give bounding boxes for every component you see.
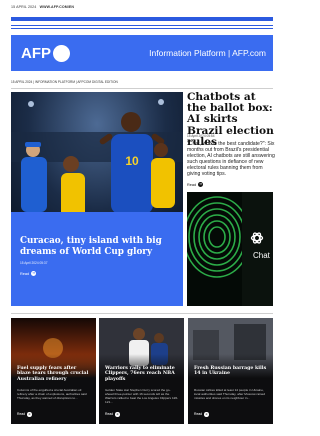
arrow-right-circle-icon: ➜ — [27, 411, 32, 417]
hero-read-link[interactable]: Read ➜ — [20, 271, 174, 276]
card-headline[interactable]: Fresh Russian barrage kills 14 in Ukrain… — [194, 366, 268, 377]
hero-date: 15 April 2024 05:37 — [20, 261, 48, 265]
card-body: Golden State star Stephen Curry scored t… — [105, 388, 179, 404]
top-stripe — [11, 17, 273, 21]
card-body: Russian strikes killed at least 14 peopl… — [194, 388, 266, 400]
story-card[interactable]: Fresh Russian barrage kills 14 in Ukrain… — [188, 318, 273, 424]
arrow-right-circle-icon: ➜ — [198, 181, 204, 187]
card-headline[interactable]: Fuel supply fears after blaze tears thro… — [17, 366, 91, 382]
card-read-link[interactable]: Read ➜ — [17, 412, 32, 417]
arrow-right-circle-icon: ➜ — [115, 411, 120, 417]
story-card[interactable]: Fuel supply fears after blaze tears thro… — [11, 318, 96, 424]
hero-headline[interactable]: Curacao, tiny island with big dreams of … — [20, 236, 174, 257]
logo-dot-icon — [53, 45, 70, 62]
banner-title: Information Platform | AFP.com — [149, 48, 266, 58]
side-story-image[interactable]: Chat — [187, 192, 273, 306]
divider — [11, 313, 273, 314]
header-date: 15 APRIL 2024 — [11, 5, 37, 9]
breadcrumb: 15 APRIL 2024 | INFORMATION PLATFORM | A… — [11, 80, 118, 84]
read-label: Read — [187, 182, 197, 187]
story-card[interactable]: Warriors rally to eliminate Clippers, 76… — [99, 318, 184, 424]
thin-stripe — [11, 25, 273, 26]
site-link[interactable]: WWW.AFP.COM/EN — [40, 5, 74, 9]
afp-logo[interactable]: AFP — [21, 45, 70, 62]
read-label: Read — [194, 412, 203, 417]
card-body: Columns of fire engulfed a crucial Austr… — [17, 388, 87, 400]
read-label: Read — [20, 271, 30, 276]
logo-text: AFP — [21, 45, 51, 62]
card-read-link[interactable]: Read ➜ — [105, 412, 120, 417]
arrow-right-circle-icon: ➜ — [204, 411, 209, 417]
jersey-number: 10 — [125, 154, 139, 168]
chatgpt-phone-photo: Chat — [187, 192, 273, 306]
card-headline[interactable]: Warriors rally to eliminate Clippers, 76… — [105, 366, 179, 382]
hero-story-card[interactable]: Curacao, tiny island with big dreams of … — [11, 212, 183, 306]
side-story-read-link[interactable]: Read ➜ — [187, 181, 204, 187]
side-story-headline[interactable]: Chatbots at the ballot box: AI skirts Br… — [187, 91, 275, 148]
arrow-right-circle-icon: ➜ — [31, 270, 37, 276]
read-label: Read — [105, 412, 114, 417]
side-story-body: "Chat, who is the best candidate?": Six … — [187, 141, 275, 177]
card-read-link[interactable]: Read ➜ — [194, 412, 209, 417]
divider — [11, 88, 273, 89]
top-line: 15 APRIL 2024 WWW.AFP.COM/EN — [11, 5, 74, 9]
side-story-date: 15 April 2024 05:54 — [187, 134, 215, 138]
read-label: Read — [17, 412, 26, 417]
chatgpt-wordmark: Chat — [253, 251, 271, 260]
thin-stripe — [11, 28, 273, 29]
